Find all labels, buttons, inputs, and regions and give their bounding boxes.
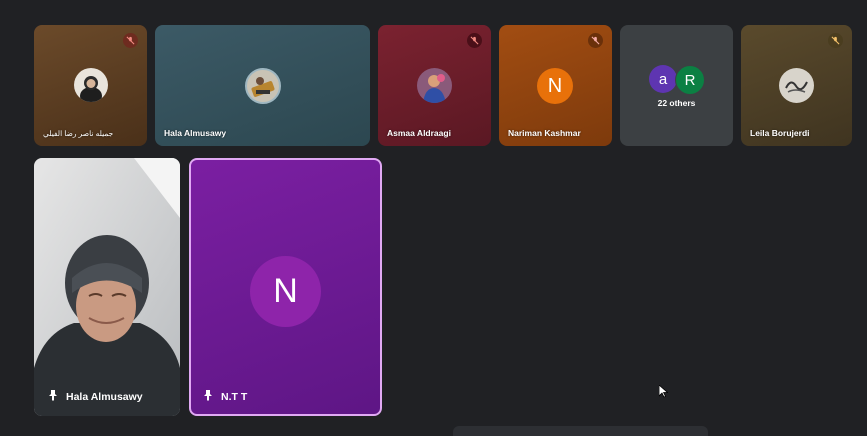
mouse-cursor-icon [658, 384, 669, 403]
participant-tile[interactable]: Asmaa Aldraagi [378, 25, 491, 146]
participant-avatar [417, 68, 452, 103]
participant-avatar [779, 68, 814, 103]
participant-initial-avatar: N [537, 68, 573, 104]
participant-video-tile[interactable]: Hala Almusawy [34, 158, 180, 416]
participant-tile[interactable]: N Nariman Kashmar [499, 25, 612, 146]
others-tile[interactable]: a R 22 others [620, 25, 733, 146]
participant-initial-avatar: N [250, 256, 321, 327]
mic-off-icon [467, 33, 482, 48]
participant-name: Hala Almusawy [164, 128, 227, 138]
participant-tile[interactable]: Leila Borujerdi [741, 25, 852, 146]
others-avatar-a: a [649, 65, 677, 93]
participant-avatar [74, 68, 108, 102]
others-count: 22 others [657, 98, 696, 108]
participant-name: Nariman Kashmar [508, 128, 581, 138]
meeting-grid: جميله ناصر رضا الفيلي Hala Almusawy Asma… [0, 0, 867, 436]
participant-video [34, 158, 180, 416]
participant-name: جميله ناصر رضا الفيلي [43, 129, 114, 138]
participant-tile[interactable]: Hala Almusawy [155, 25, 370, 146]
mic-off-icon [828, 33, 843, 48]
participant-name-row: N.T T [203, 389, 247, 404]
participant-tile[interactable]: جميله ناصر رضا الفيلي [34, 25, 147, 146]
mic-off-icon [588, 33, 603, 48]
participant-name-row: Hala Almusawy [48, 389, 143, 404]
pin-icon[interactable] [48, 389, 58, 404]
mic-off-icon [123, 33, 138, 48]
bottom-control-bar[interactable] [453, 426, 708, 436]
participant-avatar [245, 68, 281, 104]
participant-tile-selected[interactable]: N N.T T [189, 158, 382, 416]
others-avatar-r: R [675, 65, 705, 95]
participant-name: Leila Borujerdi [750, 128, 810, 138]
participant-name: Asmaa Aldraagi [387, 128, 451, 138]
pin-icon[interactable] [203, 389, 213, 404]
